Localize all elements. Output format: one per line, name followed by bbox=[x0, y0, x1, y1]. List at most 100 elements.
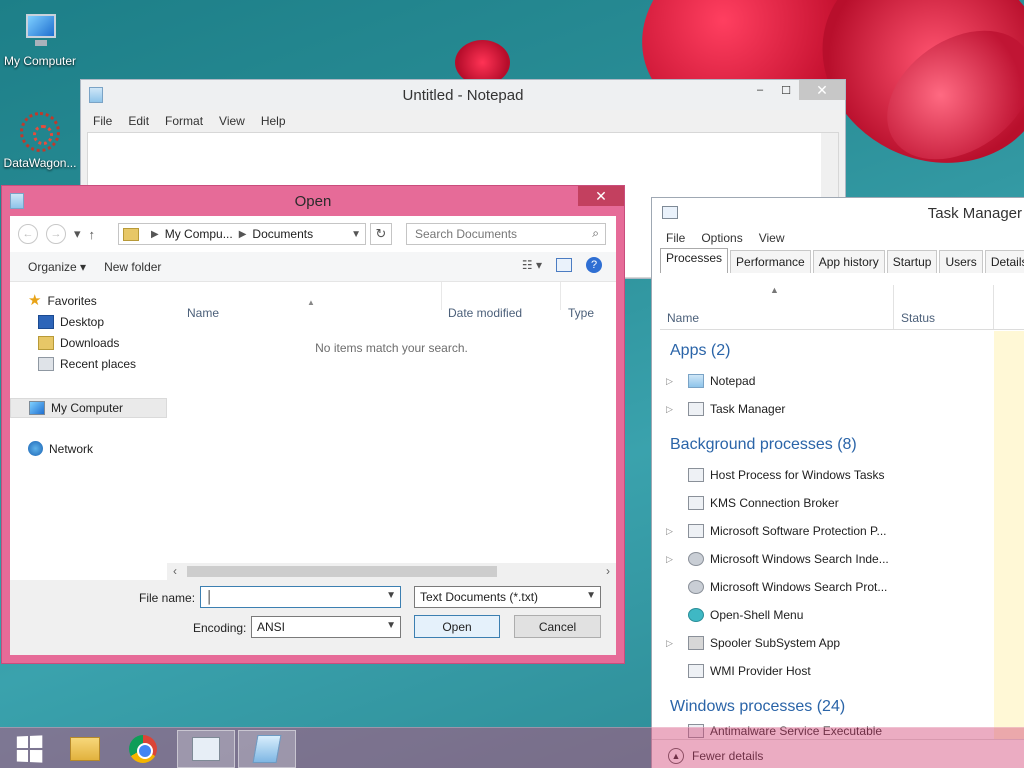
close-button[interactable]: ✕ bbox=[799, 80, 845, 100]
open-button[interactable]: Open bbox=[414, 615, 500, 638]
breadcrumb-my-computer[interactable]: My Compu... bbox=[165, 227, 233, 241]
tree-item-my-computer[interactable]: My Computer bbox=[10, 398, 167, 418]
search-input[interactable]: Search Documents ⌕ bbox=[406, 223, 606, 245]
horizontal-scrollbar[interactable]: ‹ › bbox=[167, 563, 616, 580]
column-header-type[interactable]: Type bbox=[568, 306, 594, 320]
recent-locations-chevron-icon[interactable]: ▾ bbox=[74, 226, 81, 242]
process-name: Host Process for Windows Tasks bbox=[710, 468, 885, 482]
chevron-down-icon[interactable]: ▼ bbox=[386, 590, 396, 601]
menu-help[interactable]: Help bbox=[253, 114, 294, 128]
tree-item-desktop[interactable]: Desktop bbox=[38, 315, 104, 329]
scrollbar-thumb[interactable] bbox=[187, 566, 497, 577]
tree-item-favorites[interactable]: ★ Favorites bbox=[28, 293, 97, 308]
desktop-icon-label: DataWagon... bbox=[3, 156, 77, 170]
taskbar-chrome[interactable] bbox=[114, 730, 172, 768]
process-row[interactable]: ▷ Microsoft Windows Search Inde... bbox=[660, 545, 992, 573]
menu-options[interactable]: Options bbox=[693, 231, 750, 245]
process-row[interactable]: WMI Provider Host bbox=[660, 657, 992, 685]
close-button[interactable]: ✕ bbox=[578, 186, 624, 206]
chevron-down-icon[interactable]: ▼ bbox=[586, 590, 596, 601]
tree-item-network[interactable]: Network bbox=[28, 441, 93, 456]
up-arrow-button[interactable]: ↑ bbox=[89, 227, 96, 242]
network-icon bbox=[28, 441, 43, 456]
menu-edit[interactable]: Edit bbox=[120, 114, 157, 128]
desktop-icon bbox=[38, 315, 54, 329]
process-row[interactable]: ▷ Microsoft Software Protection P... bbox=[660, 517, 992, 545]
encoding-value: ANSI bbox=[257, 620, 286, 634]
help-icon[interactable]: ? bbox=[586, 257, 602, 273]
process-name: Microsoft Windows Search Prot... bbox=[710, 580, 888, 594]
address-bar[interactable]: ▶ My Compu... ▶ Documents ▼ bbox=[118, 223, 366, 245]
taskbar-file-explorer[interactable] bbox=[56, 730, 114, 768]
column-divider[interactable] bbox=[993, 285, 994, 329]
change-view-icon[interactable]: ☷ ▾ bbox=[522, 258, 542, 272]
sort-indicator-icon: ▲ bbox=[770, 285, 779, 295]
dialog-titlebar[interactable]: Open ✕ bbox=[2, 186, 624, 216]
desktop-icon-datawagon[interactable]: DataWagon... bbox=[0, 112, 80, 170]
tab-users[interactable]: Users bbox=[939, 250, 983, 273]
chevron-down-icon[interactable]: ▼ bbox=[351, 229, 361, 240]
expand-icon[interactable]: ▷ bbox=[666, 376, 682, 387]
column-divider[interactable] bbox=[893, 285, 894, 329]
process-name: KMS Connection Broker bbox=[710, 496, 839, 510]
column-header-status[interactable]: Status bbox=[901, 311, 935, 325]
forward-button[interactable]: → bbox=[46, 224, 66, 244]
preview-pane-icon[interactable] bbox=[556, 258, 572, 272]
file-list[interactable]: Name ▲ Date modified Type No items match… bbox=[167, 282, 616, 592]
menu-file[interactable]: File bbox=[85, 114, 120, 128]
expand-icon[interactable]: ▷ bbox=[666, 526, 682, 537]
tree-item-recent-places[interactable]: Recent places bbox=[38, 357, 136, 371]
menu-file[interactable]: File bbox=[658, 231, 693, 245]
taskbar-notepad[interactable] bbox=[238, 730, 296, 768]
tab-performance[interactable]: Performance bbox=[730, 250, 811, 273]
column-divider[interactable] bbox=[560, 282, 561, 310]
menu-view[interactable]: View bbox=[211, 114, 253, 128]
scroll-right-icon[interactable]: › bbox=[606, 564, 610, 578]
task-manager-titlebar[interactable]: Task Manager bbox=[652, 198, 1024, 226]
notepad-titlebar[interactable]: Untitled - Notepad ‒ ☐ ✕ bbox=[81, 80, 845, 110]
minimize-button[interactable]: ‒ bbox=[747, 80, 773, 100]
process-name: Open-Shell Menu bbox=[710, 608, 804, 622]
tab-details[interactable]: Details bbox=[984, 250, 1024, 273]
menubar: File Options View bbox=[652, 226, 1024, 250]
column-header-date-modified[interactable]: Date modified bbox=[448, 306, 522, 320]
process-row[interactable]: Microsoft Windows Search Prot... bbox=[660, 573, 992, 601]
back-button[interactable]: ← bbox=[18, 224, 38, 244]
start-button[interactable] bbox=[0, 730, 58, 768]
process-row[interactable]: KMS Connection Broker bbox=[660, 489, 992, 517]
organize-button[interactable]: Organize ▾ bbox=[28, 260, 86, 274]
encoding-select[interactable]: ANSI ▼ bbox=[251, 616, 401, 638]
breadcrumb-chevron-icon[interactable]: ▶ bbox=[239, 229, 247, 240]
scroll-left-icon[interactable]: ‹ bbox=[173, 564, 177, 578]
process-icon bbox=[688, 524, 704, 538]
process-row[interactable]: ▷ Task Manager bbox=[660, 395, 992, 423]
chevron-down-icon[interactable]: ▼ bbox=[386, 620, 396, 631]
computer-icon bbox=[20, 10, 60, 50]
refresh-button[interactable]: ↻ bbox=[370, 223, 392, 245]
breadcrumb-chevron-icon[interactable]: ▶ bbox=[151, 229, 159, 240]
desktop-icon-my-computer[interactable]: My Computer bbox=[0, 10, 80, 68]
tree-item-downloads[interactable]: Downloads bbox=[38, 336, 119, 350]
column-header-name[interactable]: Name bbox=[667, 311, 699, 325]
expand-icon[interactable]: ▷ bbox=[666, 404, 682, 415]
column-header-name[interactable]: Name bbox=[187, 306, 219, 320]
cancel-button[interactable]: Cancel bbox=[514, 615, 601, 638]
file-type-select[interactable]: Text Documents (*.txt) ▼ bbox=[414, 586, 601, 608]
process-row[interactable]: ▷ Notepad bbox=[660, 367, 992, 395]
menu-format[interactable]: Format bbox=[157, 114, 211, 128]
tab-app-history[interactable]: App history bbox=[812, 250, 885, 273]
taskbar-task-manager[interactable] bbox=[177, 730, 235, 768]
column-divider[interactable] bbox=[441, 282, 442, 310]
process-row[interactable]: Open-Shell Menu bbox=[660, 601, 992, 629]
maximize-button[interactable]: ☐ bbox=[773, 80, 799, 100]
process-row[interactable]: ▷ Spooler SubSystem App bbox=[660, 629, 992, 657]
expand-icon[interactable]: ▷ bbox=[666, 638, 682, 649]
expand-icon[interactable]: ▷ bbox=[666, 554, 682, 565]
breadcrumb-documents[interactable]: Documents bbox=[252, 227, 313, 241]
menu-view[interactable]: View bbox=[751, 231, 793, 245]
process-row[interactable]: Host Process for Windows Tasks bbox=[660, 461, 992, 489]
file-name-input[interactable]: │ ▼ bbox=[200, 586, 401, 608]
new-folder-button[interactable]: New folder bbox=[104, 260, 161, 274]
tab-processes[interactable]: Processes bbox=[660, 248, 729, 273]
tab-startup[interactable]: Startup bbox=[886, 250, 938, 273]
